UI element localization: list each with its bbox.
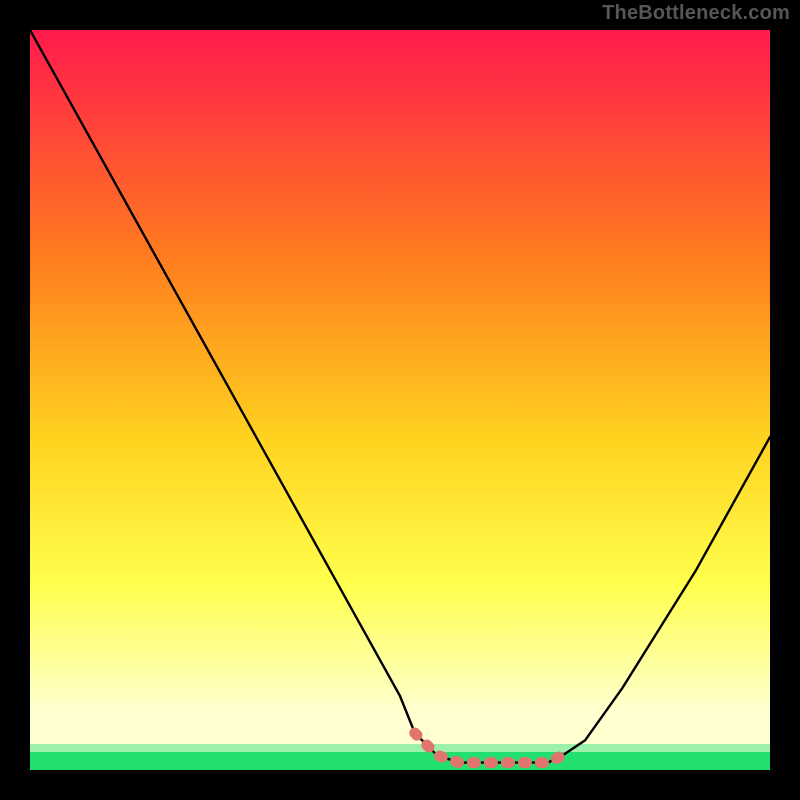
chart-frame: TheBottleneck.com — [0, 0, 800, 800]
base-band — [30, 750, 770, 770]
base-band-highlight — [30, 744, 770, 752]
attribution-label: TheBottleneck.com — [602, 2, 790, 25]
plot-background — [30, 30, 770, 770]
plot-svg — [0, 0, 800, 800]
